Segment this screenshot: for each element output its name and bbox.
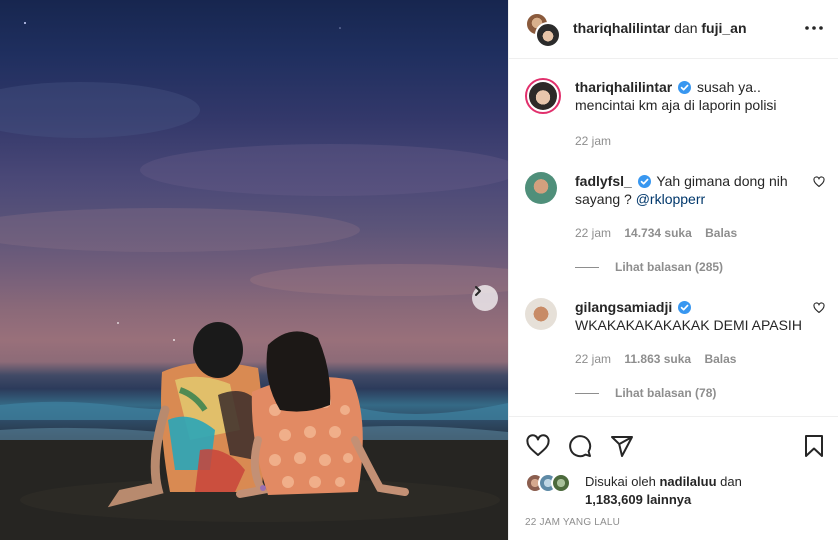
likes-count-link[interactable]: 1,183,609 lainnya xyxy=(585,492,691,507)
post-authors: thariqhalilintar dan fuji_an xyxy=(573,20,747,36)
view-replies-label: Lihat balasan (78) xyxy=(615,386,717,400)
save-button[interactable] xyxy=(801,433,827,459)
post-header: thariqhalilintar dan fuji_an xyxy=(509,0,838,59)
avatar[interactable] xyxy=(525,172,557,204)
caption-time[interactable]: 22 jam xyxy=(575,134,611,148)
replies-divider xyxy=(575,266,599,268)
comment-likes[interactable]: 14.734 suka xyxy=(624,226,691,240)
avatar xyxy=(551,473,571,493)
caption-meta: 22 jam xyxy=(575,134,621,148)
verified-badge-icon xyxy=(678,301,692,314)
comment-time[interactable]: 22 jam xyxy=(575,352,611,366)
verified-badge-icon xyxy=(678,81,692,94)
likes-summary: Disukai oleh nadilaluu dan 1,183,609 lai… xyxy=(585,473,825,509)
reply-button[interactable]: Balas xyxy=(704,352,736,366)
replies-divider xyxy=(575,392,599,394)
view-replies-label: Lihat balasan (285) xyxy=(615,260,724,274)
likes-count: 1,183,609 xyxy=(585,492,643,507)
share-button[interactable] xyxy=(609,433,635,459)
more-options-button[interactable] xyxy=(804,18,824,38)
beach-couple-photo xyxy=(0,22,508,540)
next-photo-button[interactable] xyxy=(472,285,498,311)
heart-icon[interactable] xyxy=(813,176,825,188)
reply-button[interactable]: Balas xyxy=(705,226,737,240)
liker-avatars xyxy=(525,473,571,493)
more-horizontal-icon xyxy=(805,26,823,30)
comment-icon xyxy=(569,435,592,458)
comment-time[interactable]: 22 jam xyxy=(575,226,611,240)
comments-section: thariqhalilintar susah ya.. mencintai km… xyxy=(509,60,838,416)
comment-meta: 22 jam 11.863 suka Balas xyxy=(575,352,746,366)
comment-meta: 22 jam 14.734 suka Balas xyxy=(575,226,747,240)
post-actions: Disukai oleh nadilaluu dan 1,183,609 lai… xyxy=(509,416,838,540)
comment-username[interactable]: fadlyfsl_ xyxy=(575,173,632,189)
likes-connector: dan xyxy=(720,474,742,489)
view-replies-button[interactable]: Lihat balasan (78) xyxy=(575,386,716,400)
comment-body: WKAKAKAKAKAKAK DEMI APASIH xyxy=(575,317,802,333)
author-joiner: dan xyxy=(674,20,698,36)
avatar xyxy=(535,22,561,48)
comment-text: gilangsamiadji WKAKAKAKAKAKAK DEMI APASI… xyxy=(575,298,810,334)
collab-avatars[interactable] xyxy=(525,12,561,48)
post-timestamp[interactable]: 22 JAM YANG LALU xyxy=(525,517,620,528)
comment-button[interactable] xyxy=(567,433,593,459)
comment-username[interactable]: gilangsamiadji xyxy=(575,299,672,315)
caption-text: thariqhalilintar susah ya.. mencintai km… xyxy=(575,78,810,114)
caption-username[interactable]: thariqhalilintar xyxy=(575,79,672,95)
likes-prefix: Disukai oleh xyxy=(585,474,656,489)
post-photo[interactable] xyxy=(0,0,508,540)
chevron-right-icon xyxy=(475,286,481,296)
author-link[interactable]: thariqhalilintar xyxy=(573,20,670,36)
heart-icon[interactable] xyxy=(813,302,825,314)
coauthor-link[interactable]: fuji_an xyxy=(701,20,746,36)
view-replies-button[interactable]: Lihat balasan (285) xyxy=(575,260,723,274)
post-sidebar: thariqhalilintar dan fuji_an thariqhalil… xyxy=(508,0,838,540)
share-icon xyxy=(611,436,633,457)
avatar[interactable] xyxy=(525,78,561,114)
avatar[interactable] xyxy=(525,298,557,330)
liker-link[interactable]: nadilaluu xyxy=(659,474,716,489)
mention-link[interactable]: @rklopperr xyxy=(636,191,705,207)
bookmark-icon xyxy=(805,435,823,457)
action-bar xyxy=(525,433,635,459)
like-button[interactable] xyxy=(525,433,551,459)
verified-badge-icon xyxy=(637,175,651,188)
likes-suffix: lainnya xyxy=(646,492,692,507)
heart-icon xyxy=(526,434,550,456)
comment-text: fadlyfsl_ Yah gimana dong nih sayang ? @… xyxy=(575,172,810,208)
comment-likes[interactable]: 11.863 suka xyxy=(624,352,691,366)
